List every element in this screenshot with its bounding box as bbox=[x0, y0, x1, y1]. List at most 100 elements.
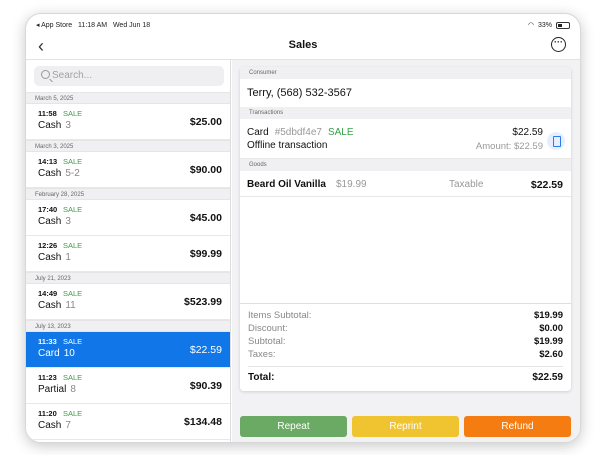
transaction-type: SALE bbox=[327, 127, 354, 138]
sale-list-item[interactable]: 11:20 SALE Cash 7 $134.48 bbox=[26, 404, 230, 440]
date-section-header: March 5, 2025 bbox=[26, 92, 230, 104]
transaction-id: #5dbdf4e7 bbox=[274, 127, 322, 138]
sale-time: 11:58 bbox=[38, 109, 57, 118]
sale-list-item[interactable]: 12:26 SALE Cash 1 $99.99 bbox=[26, 236, 230, 272]
taxes-value: $2.60 bbox=[539, 349, 563, 360]
date-section-header: February 28, 2025 bbox=[26, 188, 230, 200]
transaction-method: Card #5dbdf4e7 SALE bbox=[247, 127, 354, 138]
wifi-icon: ◠ bbox=[527, 22, 534, 29]
sale-list-item[interactable]: 11:33 SALE Card 10 $22.59 bbox=[26, 332, 230, 368]
sale-method-label: Cash bbox=[38, 216, 62, 227]
sale-amount: $99.99 bbox=[189, 248, 222, 260]
sale-list-item[interactable]: 14:13 SALE Cash 5-2 $90.00 bbox=[26, 152, 230, 188]
sale-method-label: Cash bbox=[38, 120, 62, 131]
refund-button[interactable]: Refund bbox=[464, 416, 571, 437]
sale-method: Cash 3 bbox=[38, 216, 71, 227]
status-right: ◠ 33% bbox=[528, 21, 570, 29]
total-value: $22.59 bbox=[532, 372, 563, 383]
sale-type: SALE bbox=[63, 205, 83, 214]
sale-type: SALE bbox=[63, 409, 83, 418]
items-subtotal-line: Items Subtotal: $19.99 bbox=[248, 310, 563, 321]
transaction-method-label: Card bbox=[247, 127, 269, 138]
sale-type: SALE bbox=[63, 373, 83, 382]
sale-list-item[interactable]: 14:49 SALE Cash 11 $523.99 bbox=[26, 284, 230, 320]
sale-list-item[interactable]: 11:23 SALE Partial 8 $90.39 bbox=[26, 368, 230, 404]
sale-amount: $45.00 bbox=[189, 212, 222, 224]
nav-bar: ‹ Sales ··· bbox=[26, 34, 580, 60]
total-line: Total: $22.59 bbox=[248, 366, 563, 383]
subtotal-line: Subtotal: $19.99 bbox=[248, 336, 563, 347]
goods-row[interactable]: Beard Oil Vanilla $19.99 Taxable $22.59 bbox=[240, 171, 571, 197]
transactions-header: Transactions bbox=[240, 107, 571, 119]
transaction-amount-line: Amount: $22.59 bbox=[475, 141, 543, 152]
sale-type: SALE bbox=[63, 109, 83, 118]
sale-type: SALE bbox=[63, 337, 83, 346]
ipad-frame: ◂ App Store 11:18 AM Wed Jun 18 ◠ 33% ‹ … bbox=[25, 13, 581, 443]
sale-method-label: Card bbox=[38, 348, 60, 359]
sale-time: 11:23 bbox=[38, 373, 57, 382]
sale-count: 1 bbox=[65, 252, 71, 263]
battery-percent: 33% bbox=[537, 21, 552, 29]
sale-amount: $523.99 bbox=[184, 296, 222, 308]
goods-name: Beard Oil Vanilla bbox=[247, 179, 326, 190]
subtotal-value: $19.99 bbox=[533, 336, 563, 347]
sale-list-item[interactable]: 11:58 SALE Cash 3 $25.00 bbox=[26, 104, 230, 140]
sale-list-item[interactable]: 17:40 SALE Cash 3 $45.00 bbox=[26, 200, 230, 236]
search-icon bbox=[41, 70, 50, 79]
sale-method-label: Cash bbox=[38, 420, 62, 431]
sale-method: Partial 8 bbox=[38, 384, 76, 395]
sale-type: SALE bbox=[63, 289, 83, 298]
items-subtotal-value: $19.99 bbox=[533, 310, 563, 321]
consumer-name[interactable]: Terry, (568) 532-3567 bbox=[240, 79, 571, 107]
date-section-header: July 21, 2023 bbox=[26, 272, 230, 284]
date-section-header: July 13, 2023 bbox=[26, 320, 230, 332]
subtotal-label: Subtotal: bbox=[248, 336, 286, 347]
sale-count: 10 bbox=[63, 348, 75, 359]
sale-amount: $25.00 bbox=[189, 116, 222, 128]
discount-label: Discount: bbox=[248, 323, 288, 334]
discount-value: $0.00 bbox=[539, 323, 563, 334]
status-bar: ◂ App Store 11:18 AM Wed Jun 18 ◠ 33% bbox=[26, 14, 580, 36]
transaction-amount: $22.59 bbox=[512, 127, 543, 138]
sale-method: Card 10 bbox=[38, 348, 75, 359]
sale-type: SALE bbox=[63, 241, 83, 250]
goods-total: $22.59 bbox=[530, 179, 563, 191]
app-store-back-link[interactable]: ◂ App Store bbox=[36, 22, 72, 29]
sale-time: 14:13 bbox=[38, 157, 58, 166]
sale-method-label: Cash bbox=[38, 252, 62, 263]
sale-time: 17:40 bbox=[38, 205, 58, 214]
search-input[interactable]: Search... bbox=[34, 66, 224, 86]
sale-count: 5-2 bbox=[65, 168, 80, 179]
sale-detail-card: Consumer Terry, (568) 532-3567 Transacti… bbox=[240, 67, 571, 391]
totals-panel: Items Subtotal: $19.99 Discount: $0.00 Sub… bbox=[240, 303, 571, 391]
items-subtotal-label: Items Subtotal: bbox=[248, 310, 312, 321]
status-time: 11:18 AM bbox=[78, 22, 108, 29]
sales-list-pane: Search... March 5, 2025 11:58 SALE Cash 3 $25… bbox=[26, 60, 231, 442]
repeat-button[interactable]: Repeat bbox=[240, 416, 347, 437]
receipt-icon[interactable] bbox=[547, 132, 565, 150]
battery-icon bbox=[556, 21, 570, 29]
date-section-header: March 3, 2025 bbox=[26, 140, 230, 152]
sale-method-label: Partial bbox=[38, 384, 67, 395]
sale-time: 11:20 bbox=[38, 409, 57, 418]
sale-amount: $90.00 bbox=[189, 164, 222, 176]
sale-time: 14:49 bbox=[38, 289, 58, 298]
sale-time: 12:26 bbox=[38, 241, 58, 250]
more-options-icon[interactable]: ··· bbox=[551, 37, 566, 52]
sale-count: 7 bbox=[65, 420, 71, 431]
sale-amount: $22.59 bbox=[189, 344, 222, 356]
sale-detail-pane: Consumer Terry, (568) 532-3567 Transacti… bbox=[232, 60, 580, 442]
consumer-header: Consumer bbox=[240, 67, 571, 79]
sale-time: 11:33 bbox=[38, 337, 57, 346]
action-buttons: Repeat Reprint Refund bbox=[240, 416, 571, 437]
sale-method: Cash 5-2 bbox=[38, 168, 80, 179]
sale-count: 11 bbox=[65, 300, 76, 311]
sale-count: 3 bbox=[65, 216, 71, 227]
transaction-note: Offline transaction bbox=[247, 140, 328, 151]
goods-price: $19.99 bbox=[336, 179, 367, 190]
sale-method: Cash 3 bbox=[38, 120, 71, 131]
sale-method: Cash 11 bbox=[38, 300, 76, 311]
reprint-button[interactable]: Reprint bbox=[352, 416, 459, 437]
transaction-row[interactable]: Card #5dbdf4e7 SALE Offline transaction $2… bbox=[240, 119, 571, 159]
sale-method-label: Cash bbox=[38, 300, 62, 311]
